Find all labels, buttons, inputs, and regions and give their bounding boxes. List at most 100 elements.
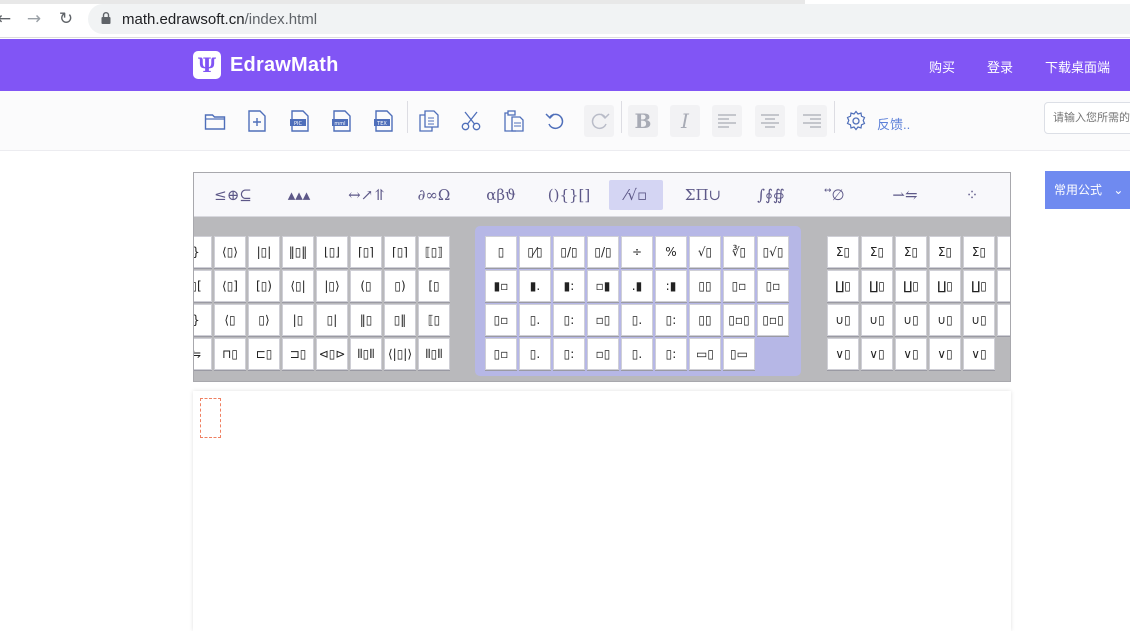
undo-button[interactable] [541, 105, 571, 137]
sum-template-button[interactable]: ∨▯ [895, 338, 927, 370]
bracket-template-button[interactable]: ⦀▯⦀ [418, 338, 450, 370]
settings-button[interactable] [841, 105, 871, 137]
bracket-template-button[interactable]: |▯ [282, 304, 314, 336]
italic-button[interactable]: I [670, 105, 700, 137]
fraction-template-button[interactable]: ▯. [519, 338, 551, 370]
bracket-template-button[interactable]: ▯| [316, 304, 348, 336]
fraction-template-button[interactable]: ▯. [519, 304, 551, 336]
sum-template-button[interactable]: ∪▯ [929, 304, 961, 336]
bracket-template-button[interactable]: ‖▯ [350, 304, 382, 336]
category-tab-matrices[interactable]: ⁘ [946, 180, 998, 210]
buy-link[interactable]: 购买 [929, 57, 955, 76]
sum-template-button[interactable]: Σ▯ [861, 236, 893, 268]
bracket-template-button[interactable]: } [194, 236, 212, 268]
sum-template-button[interactable]: ∩ [997, 270, 1010, 302]
category-tab-brackets[interactable]: (){}[] [543, 180, 595, 210]
fraction-template-button[interactable]: ▯: [655, 304, 687, 336]
sum-template-button[interactable]: Σ▯ [895, 236, 927, 268]
bracket-template-button[interactable]: ⟨▯⟩ [214, 236, 246, 268]
sum-template-button[interactable]: ∨▯ [827, 338, 859, 370]
category-tab-overbars[interactable]: ⃗⃡∅ [812, 180, 864, 210]
bracket-template-button[interactable]: ⟨▯| [282, 270, 314, 302]
fraction-template-button[interactable]: ▮▫ [485, 270, 517, 302]
fraction-template-button[interactable]: ▯√▯ [757, 236, 789, 268]
bracket-template-button[interactable]: ⟨▯ [214, 304, 246, 336]
bracket-template-button[interactable]: ▯‖ [384, 304, 416, 336]
fraction-template-button[interactable]: ▯▫ [485, 338, 517, 370]
fraction-template-button[interactable]: ▯▭ [723, 338, 755, 370]
open-button[interactable] [200, 105, 230, 137]
fraction-template-button[interactable]: :▮ [655, 270, 687, 302]
bracket-template-button[interactable]: ‖▯‖ [282, 236, 314, 268]
forward-button[interactable]: → [24, 9, 44, 29]
feedback-link[interactable]: 反馈.. [877, 114, 910, 133]
fraction-template-button[interactable]: ÷ [621, 236, 653, 268]
bracket-template-button[interactable]: ▯⟩ [248, 304, 280, 336]
category-tab-labeled-arrows[interactable]: ⇀⇋ [879, 180, 931, 210]
sum-template-button[interactable]: ∐▯ [861, 270, 893, 302]
bold-button[interactable]: B [628, 105, 658, 137]
bracket-template-button[interactable]: ⟨|▯|⟩ [384, 338, 416, 370]
bracket-template-button[interactable]: ⟦▯⟧ [418, 236, 450, 268]
fraction-template-button[interactable]: ▯: [655, 338, 687, 370]
category-tab-fractions-roots[interactable]: ⁄√▫ [609, 180, 663, 210]
bracket-template-button[interactable]: ⊐▯ [282, 338, 314, 370]
sum-template-button[interactable]: ∐▯ [963, 270, 995, 302]
category-tab-sums-products[interactable]: ΣΠ∪ [677, 180, 729, 210]
fraction-template-button[interactable]: ▯/▯ [553, 236, 585, 268]
redo-button[interactable] [584, 105, 614, 137]
fraction-template-button[interactable]: ▯▯ [689, 270, 721, 302]
category-tab-accents[interactable]: ▴▴▴ [273, 180, 325, 210]
fraction-template-button[interactable]: ▯. [621, 338, 653, 370]
sum-template-button[interactable]: ∪▯ [861, 304, 893, 336]
bracket-template-button[interactable]: ▯[ [194, 270, 212, 302]
category-tab-greek[interactable]: αβϑ [475, 180, 527, 210]
bracket-template-button[interactable]: ▯) [384, 270, 416, 302]
formula-search-input[interactable] [1044, 102, 1130, 134]
input-placeholder-box[interactable] [200, 398, 221, 438]
new-file-button[interactable] [242, 105, 272, 137]
bracket-template-button[interactable]: } [194, 304, 212, 336]
cut-button[interactable] [456, 105, 486, 137]
bracket-template-button[interactable]: |▯⟩ [316, 270, 348, 302]
bracket-template-button[interactable]: ⟦▯ [418, 304, 450, 336]
sum-template-button[interactable]: ∧ [997, 304, 1010, 336]
category-tab-misc-symbols[interactable]: ∂∞Ω [408, 180, 460, 210]
sum-template-button[interactable]: Σ▯ [963, 236, 995, 268]
fraction-template-button[interactable]: ▯/▯ [587, 236, 619, 268]
align-center-button[interactable] [755, 105, 785, 137]
fraction-template-button[interactable]: ▯⁄▯ [519, 236, 551, 268]
export-pic-button[interactable]: PIC [285, 105, 315, 137]
fraction-template-button[interactable]: ▯▫ [723, 270, 755, 302]
copy-button[interactable] [414, 105, 444, 137]
bracket-template-button[interactable]: ⌈▯⌉ [384, 236, 416, 268]
fraction-template-button[interactable]: ▯▯ [689, 304, 721, 336]
common-formulas-dropdown[interactable]: 常用公式 ⌄ [1045, 171, 1130, 209]
sum-template-button[interactable]: ∐▯ [895, 270, 927, 302]
sum-template-button[interactable]: ∐▯ [827, 270, 859, 302]
bracket-template-button[interactable]: |▯| [248, 236, 280, 268]
fraction-template-button[interactable]: ▭▯ [689, 338, 721, 370]
bracket-template-button[interactable]: [▯ [418, 270, 450, 302]
bracket-template-button[interactable]: ⇋ [194, 338, 212, 370]
bracket-template-button[interactable]: ⦀▯⦀ [350, 338, 382, 370]
fraction-template-button[interactable]: ▫▯ [587, 304, 619, 336]
sum-template-button[interactable]: ∪▯ [827, 304, 859, 336]
bracket-template-button[interactable]: ⟨▯] [214, 270, 246, 302]
bracket-template-button[interactable]: [▯) [248, 270, 280, 302]
fraction-template-button[interactable]: ▯▫▯ [723, 304, 755, 336]
address-bar[interactable]: math.edrawsoft.cn/index.html [88, 4, 1130, 34]
fraction-template-button[interactable]: .▮ [621, 270, 653, 302]
fraction-template-button[interactable]: ▫▮ [587, 270, 619, 302]
bracket-template-button[interactable]: ⌈▯⌉ [350, 236, 382, 268]
fraction-template-button[interactable]: √▯ [689, 236, 721, 268]
category-tab-integrals[interactable]: ∫∮∯ [745, 180, 797, 210]
category-tab-arrows[interactable]: ↔↗⥣ [341, 180, 393, 210]
export-mml-button[interactable]: mml [327, 105, 357, 137]
download-desktop-link[interactable]: 下载桌面端 [1045, 57, 1110, 76]
fraction-template-button[interactable]: ▯▫ [485, 304, 517, 336]
sum-template-button[interactable]: ∪▯ [963, 304, 995, 336]
fraction-template-button[interactable]: ▯: [553, 304, 585, 336]
bracket-template-button[interactable]: (▯ [350, 270, 382, 302]
sum-template-button[interactable]: Σ▯ [929, 236, 961, 268]
